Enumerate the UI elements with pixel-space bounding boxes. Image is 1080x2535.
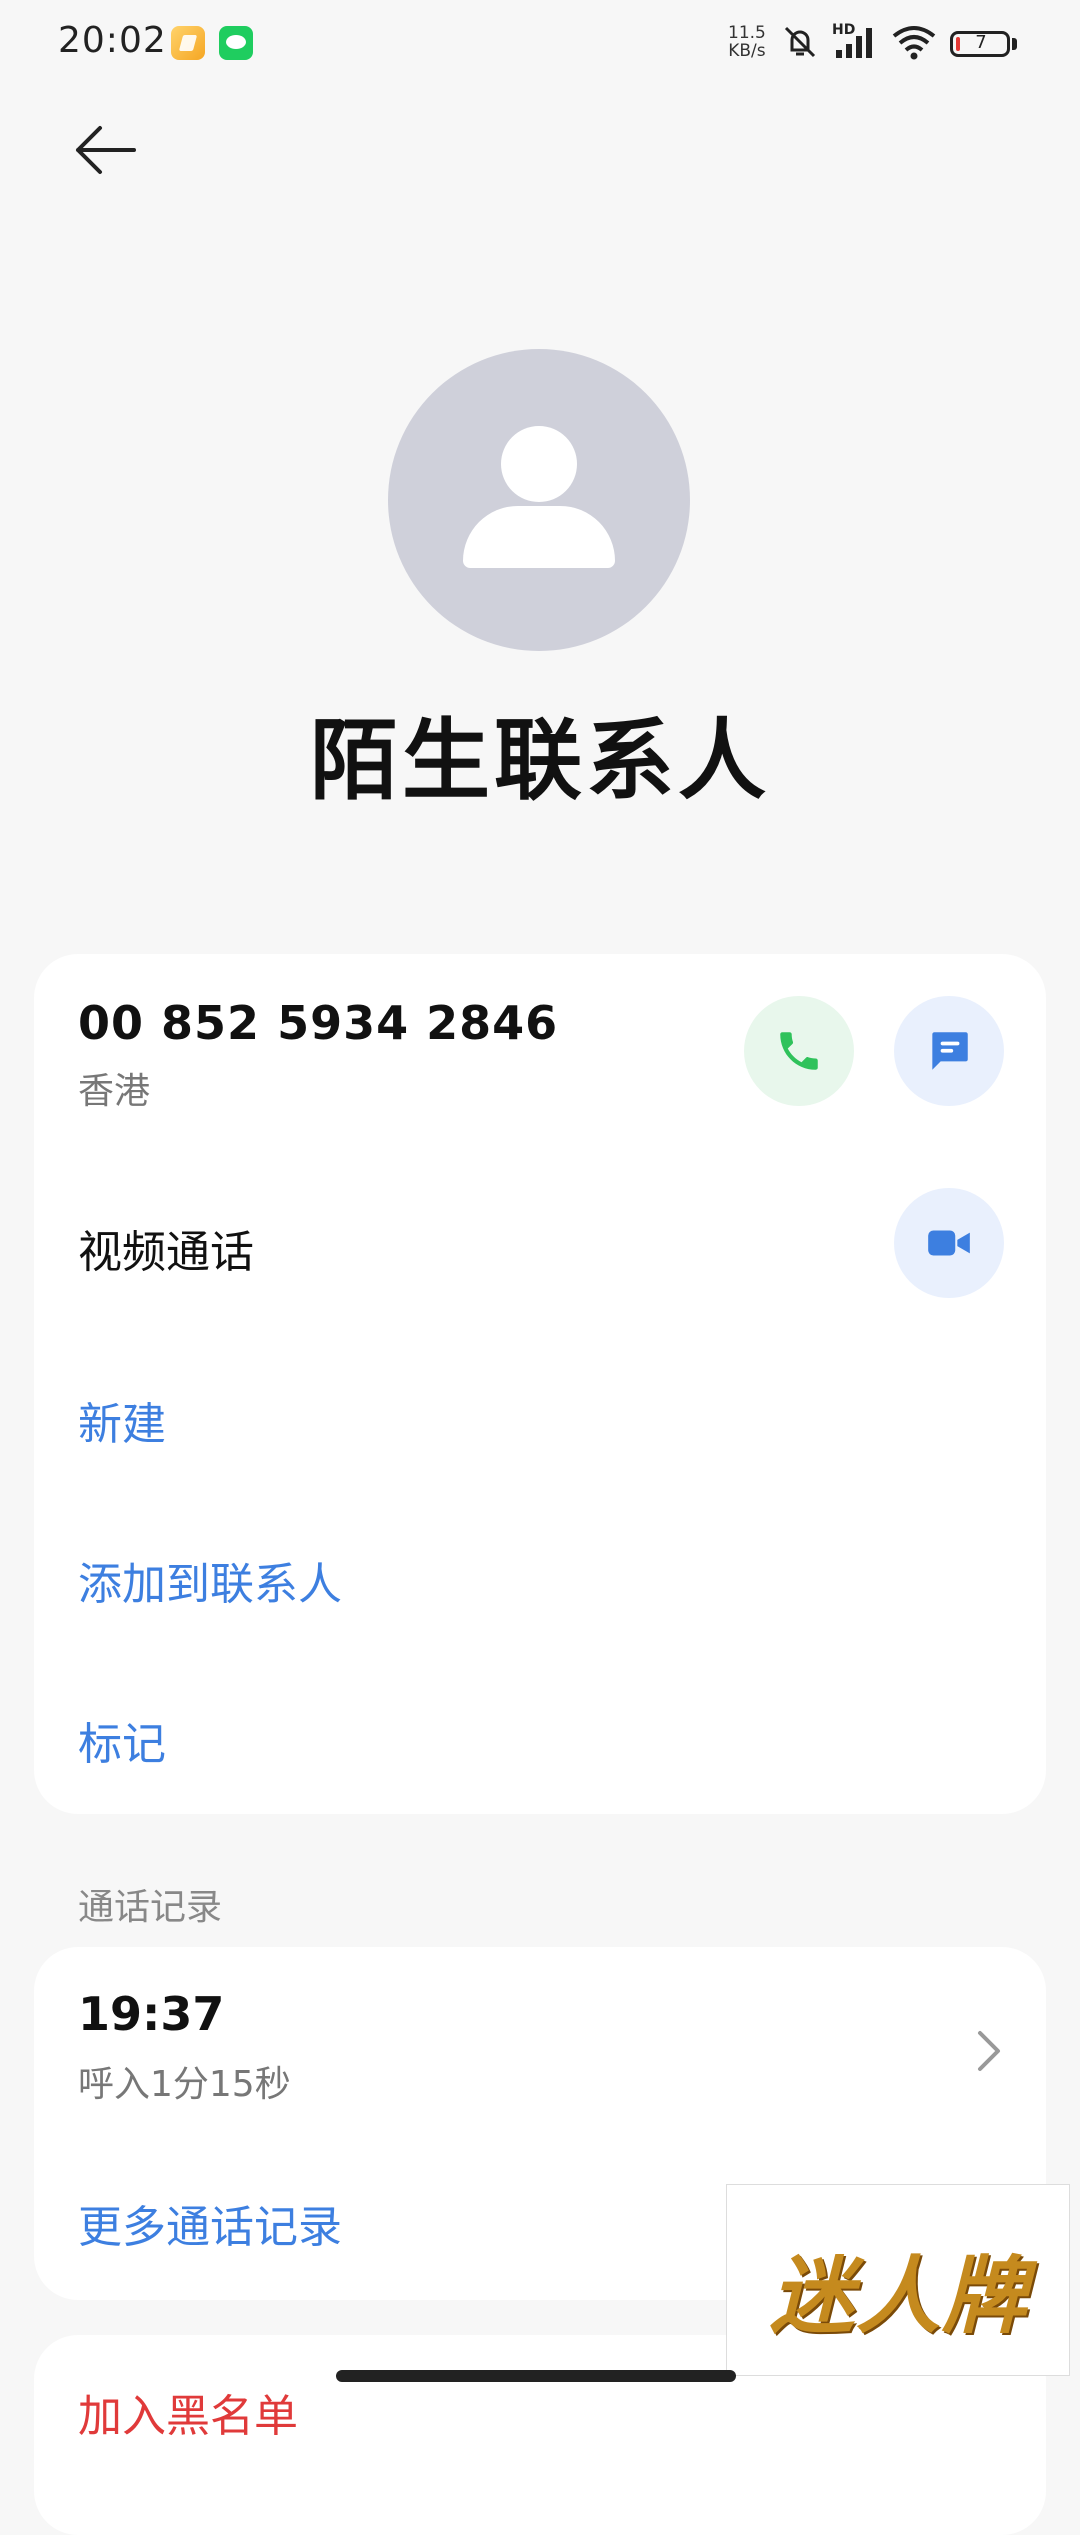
new-contact-link[interactable]: 新建 xyxy=(78,1388,166,1452)
back-button[interactable] xyxy=(70,120,150,190)
phone-number[interactable]: 00 852 5934 2846 xyxy=(78,996,558,1050)
phone-region: 香港 xyxy=(78,1071,151,1112)
add-to-contacts-link[interactable]: 添加到联系人 xyxy=(78,1548,342,1612)
status-bar: 20:02 11.5 KB/s HD 7 xyxy=(0,0,1080,90)
battery-icon: 7 xyxy=(950,31,1010,57)
call-button[interactable] xyxy=(744,996,854,1106)
message-button[interactable] xyxy=(894,996,1004,1106)
phone-icon xyxy=(780,1032,818,1070)
call-log-section-title: 通话记录 xyxy=(78,1887,223,1928)
wifi-icon xyxy=(892,26,936,60)
notes-app-icon xyxy=(171,26,205,60)
more-call-logs-link[interactable]: 更多通话记录 xyxy=(78,2191,342,2255)
network-speed: 11.5 KB/s xyxy=(728,23,766,61)
home-indicator[interactable] xyxy=(336,2370,736,2382)
contact-name: 陌生联系人 xyxy=(309,709,770,812)
signal-icon xyxy=(836,28,872,58)
video-call-button[interactable] xyxy=(894,1188,1004,1298)
mark-link[interactable]: 标记 xyxy=(78,1708,166,1772)
chevron-right-icon[interactable] xyxy=(974,2027,1004,2075)
mute-vibrate-icon xyxy=(784,26,816,58)
arrow-left-icon xyxy=(76,126,136,174)
call-time: 19:37 xyxy=(78,1987,225,2041)
block-number-link[interactable]: 加入黑名单 xyxy=(78,2380,298,2444)
wechat-icon xyxy=(219,26,253,60)
watermark-logo: 迷人牌 xyxy=(726,2184,1070,2376)
video-call-label[interactable]: 视频通话 xyxy=(78,1216,254,1280)
message-icon xyxy=(932,1032,968,1070)
battery-level: 7 xyxy=(975,32,987,53)
watermark-text: 迷人牌 xyxy=(769,2247,1028,2345)
contact-avatar xyxy=(388,349,690,651)
call-detail: 呼入1分15秒 xyxy=(78,2064,291,2105)
person-icon xyxy=(501,426,577,502)
video-camera-icon xyxy=(928,1230,970,1256)
status-time: 20:02 xyxy=(58,20,167,61)
contact-actions-card: 00 852 5934 2846 香港 视频通话 新建 添加到联系人 标记 xyxy=(34,954,1046,1814)
